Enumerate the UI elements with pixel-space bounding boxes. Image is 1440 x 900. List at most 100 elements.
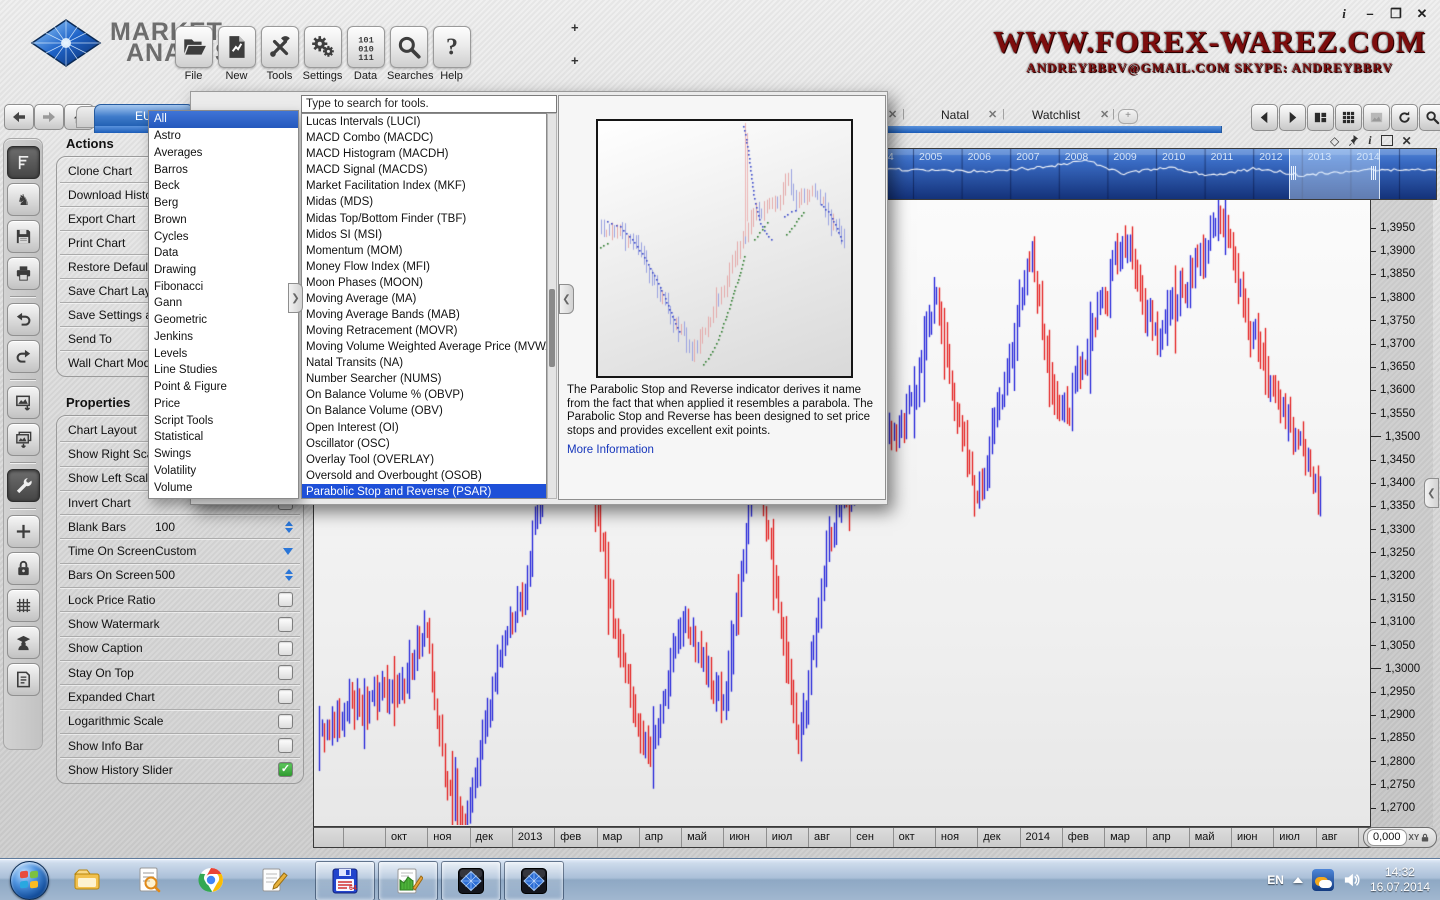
pin-icon[interactable]	[1348, 134, 1359, 147]
category-berg[interactable]: Berg	[149, 195, 298, 212]
tab-close-icon[interactable]: ✕	[888, 108, 897, 121]
close-icon[interactable]: ✕	[1402, 134, 1412, 148]
add-button[interactable]	[6, 515, 40, 548]
property-stay-on-top[interactable]: Stay On Top	[60, 661, 300, 686]
checkbox[interactable]	[278, 738, 293, 753]
grid-button[interactable]	[6, 589, 40, 622]
category-point-figure[interactable]: Point & Figure	[149, 379, 298, 396]
taskbar-notepad-icon[interactable]	[258, 865, 288, 895]
property-show-watermark[interactable]: Show Watermark	[60, 612, 300, 637]
save-button[interactable]	[6, 220, 40, 253]
property-blank-bars[interactable]: Blank Bars 100	[60, 515, 300, 540]
next-button[interactable]	[1279, 104, 1306, 131]
tool-list[interactable]: Lucas Intervals (LUCI) MACD Combo (MACDC)…	[301, 113, 547, 499]
category-brown[interactable]: Brown	[149, 211, 298, 228]
window-maximize-icon[interactable]: ❐	[1388, 6, 1404, 22]
taskbar-app-floppy-64-0[interactable]: 64	[315, 861, 375, 900]
preview-collapse-handle[interactable]: ❮	[559, 284, 574, 314]
tool-item[interactable]: MACD Histogram (MACDH)	[302, 146, 546, 162]
taskbar-explorer-icon[interactable]	[72, 865, 102, 895]
property-expanded-chart[interactable]: Expanded Chart	[60, 685, 300, 710]
property-bars-on-screen[interactable]: Bars On Screen 500	[60, 564, 300, 589]
category-gann[interactable]: Gann	[149, 295, 298, 312]
category-data[interactable]: Data	[149, 245, 298, 262]
new-button[interactable]	[217, 26, 256, 68]
start-button[interactable]	[10, 861, 49, 900]
tool-item[interactable]: Midas (MDS)	[302, 194, 546, 210]
tool-item[interactable]: MACD Combo (MACDC)	[302, 130, 546, 146]
lock-button[interactable]	[6, 552, 40, 585]
tool-item[interactable]: Moving Average (MA)	[302, 291, 546, 307]
property-logarithmic-scale[interactable]: Logarithmic Scale	[60, 710, 300, 734]
tool-item[interactable]: Number Searcher (NUMS)	[302, 371, 546, 387]
checkbox[interactable]	[278, 665, 293, 681]
property-show-caption[interactable]: Show Caption	[60, 637, 300, 661]
category-line-studies[interactable]: Line Studies	[149, 362, 298, 379]
tab-natal-close-icon[interactable]: ✕	[988, 108, 997, 121]
tool-item[interactable]: Parabolic Stop and Reverse (PSAR)	[302, 483, 546, 498]
tool-search-input[interactable]: Type to search for tools.	[301, 95, 557, 113]
zoom-search-button[interactable]	[1419, 104, 1440, 131]
tool-item[interactable]: Oscillator (OSC)	[302, 436, 546, 452]
help-button[interactable]: ?	[432, 26, 471, 68]
training-button[interactable]	[6, 626, 40, 659]
speaker-icon[interactable]	[1343, 872, 1361, 888]
export-images-button[interactable]	[6, 423, 40, 456]
category-swings[interactable]: Swings	[149, 446, 298, 463]
scrollbar-thumb[interactable]	[549, 289, 555, 367]
weather-tray-icon[interactable]	[1311, 869, 1334, 891]
checkbox[interactable]	[278, 689, 293, 705]
selection-right-grip[interactable]	[1371, 166, 1378, 180]
history-selection[interactable]	[1289, 149, 1380, 199]
sidebar-collapse-handle[interactable]: ❯	[288, 283, 303, 313]
category-all[interactable]: All	[149, 111, 298, 128]
tool-item[interactable]: Market Facilitation Index (MKF)	[302, 178, 546, 194]
tool-item[interactable]: Lucas Intervals (LUCI)	[302, 114, 546, 130]
clock[interactable]: 14:32 16.07.2014	[1370, 865, 1430, 895]
redo-button[interactable]	[6, 340, 40, 373]
category-cycles[interactable]: Cycles	[149, 228, 298, 245]
tool-item[interactable]: Overlay Tool (OVERLAY)	[302, 452, 546, 468]
export-image-button[interactable]	[6, 386, 40, 419]
category-jenkins[interactable]: Jenkins	[149, 329, 298, 346]
time-axis[interactable]: окт ноя дек 2013 фев мар апр май июн июл авг сен окт…	[313, 827, 1371, 848]
tool-item[interactable]: Midas Top/Bottom Finder (TBF)	[302, 210, 546, 226]
nav-back-button[interactable]	[4, 104, 34, 130]
tool-item[interactable]: On Balance Volume % (OBVP)	[302, 387, 546, 403]
data-button[interactable]: 101 010 111	[346, 26, 385, 68]
tool-item[interactable]: Moving Volume Weighted Average Price (MV…	[302, 339, 546, 355]
tools-button[interactable]	[260, 26, 299, 68]
chart-actions-button[interactable]	[6, 146, 40, 179]
category-astro[interactable]: Astro	[149, 128, 298, 145]
category-beck[interactable]: Beck	[149, 178, 298, 195]
tool-item[interactable]: Natal Transits (NA)	[302, 355, 546, 371]
tool-item[interactable]: Momentum (MOM)	[302, 243, 546, 259]
searches-button[interactable]	[389, 26, 428, 68]
tool-item[interactable]: Moon Phases (MOON)	[302, 275, 546, 291]
category-script-tools[interactable]: Script Tools	[149, 412, 298, 429]
dropdown-chevron-icon[interactable]	[283, 547, 293, 555]
taskbar-app-ma-diamond-3[interactable]	[504, 861, 564, 900]
refresh-button[interactable]	[1391, 104, 1418, 131]
wrench-tools-button[interactable]	[6, 469, 40, 502]
tool-item[interactable]: Money Flow Index (MFI)	[302, 259, 546, 275]
checkbox[interactable]	[278, 640, 293, 656]
data-horse-button[interactable]: ♞	[6, 183, 40, 216]
tool-category-list[interactable]: All Astro Averages Barros Beck Berg Brown Cycle…	[148, 110, 299, 499]
taskbar-app-ma-diamond-2[interactable]	[441, 861, 501, 900]
checkbox[interactable]: ✓	[278, 762, 293, 778]
notes-button[interactable]	[6, 663, 40, 696]
checkbox[interactable]	[278, 616, 293, 632]
spinner[interactable]	[285, 569, 293, 582]
category-levels[interactable]: Levels	[149, 345, 298, 362]
prev-button[interactable]	[1251, 104, 1278, 131]
taskbar-search-doc-icon[interactable]	[134, 865, 164, 895]
category-price[interactable]: Price	[149, 395, 298, 412]
tool-item[interactable]: Oversold and Overbought (OSOB)	[302, 468, 546, 484]
category-fibonacci[interactable]: Fibonacci	[149, 278, 298, 295]
category-drawing[interactable]: Drawing	[149, 262, 298, 279]
taskbar-chrome-icon[interactable]	[196, 865, 226, 895]
tab-watchlist[interactable]: Watchlist	[1032, 108, 1080, 122]
tool-list-scrollbar[interactable]	[547, 113, 557, 499]
new-tab-button[interactable]: +	[1118, 109, 1138, 124]
